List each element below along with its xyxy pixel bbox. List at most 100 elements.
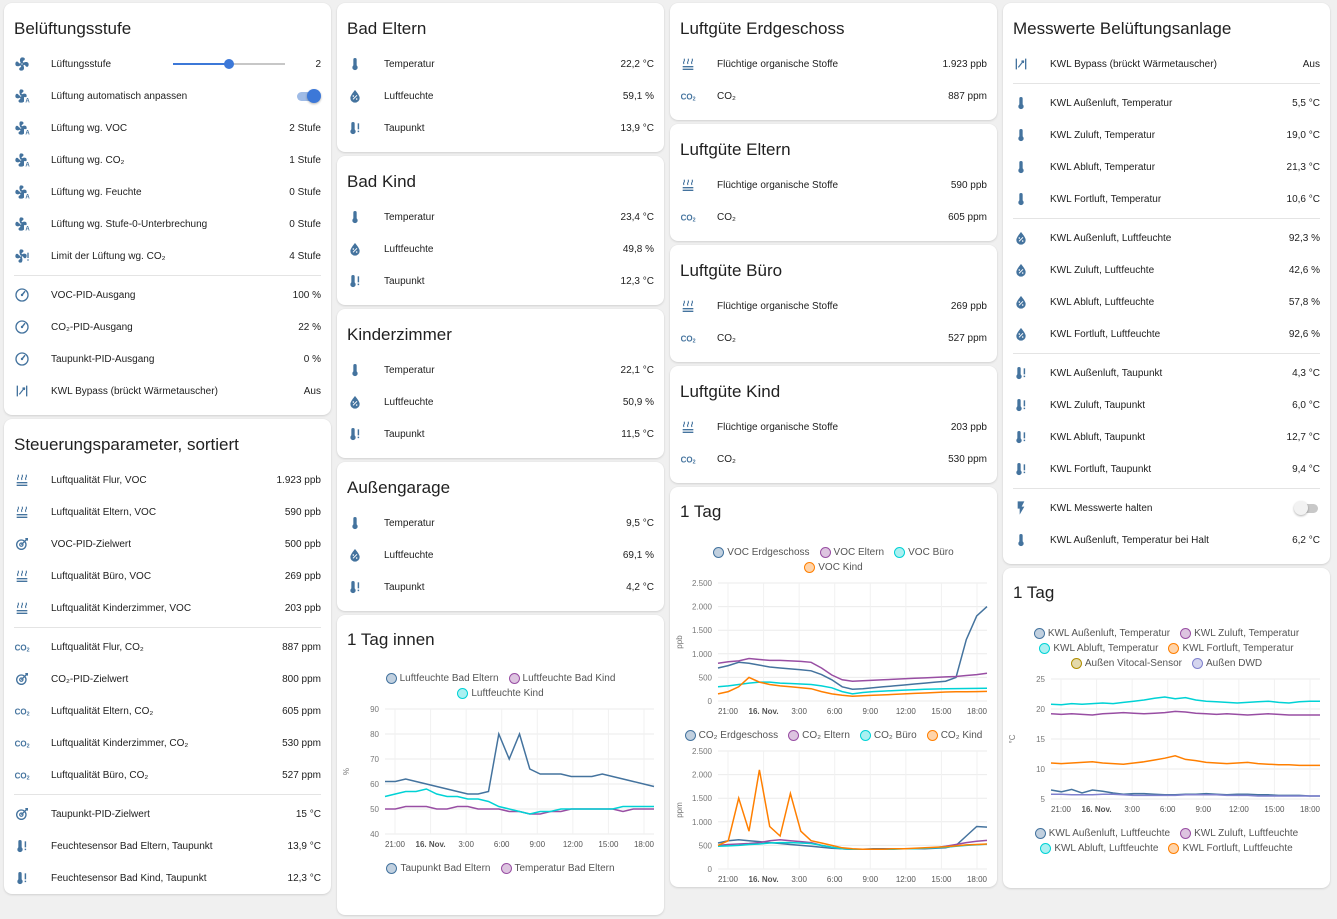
entity-row[interactable]: Temperatur 9,5 °C: [337, 507, 664, 539]
legend-item[interactable]: CO₂ Erdgeschoss: [684, 728, 778, 743]
entity-row[interactable]: Limit der Lüftung wg. CO₂ 4 Stufe: [4, 240, 331, 272]
entity-row[interactable]: Luftqualität Flur, VOC 1.923 ppb: [4, 464, 331, 496]
entity-row[interactable]: KWL Zuluft, Temperatur 19,0 °C: [1003, 119, 1330, 151]
entity-row[interactable]: Taupunkt-PID-Ausgang 0 %: [4, 343, 331, 375]
legend-item[interactable]: KWL Fortluft, Luftfeuchte: [1168, 841, 1293, 856]
row-value: 92,6 %: [1288, 328, 1320, 340]
entity-row[interactable]: KWL Außenluft, Luftfeuchte 92,3 %: [1003, 222, 1330, 254]
entity-row[interactable]: CO 2 CO₂ 605 ppm: [670, 201, 997, 233]
column-2: Bad Eltern Temperatur 22,2 °C Luftfeucht…: [337, 0, 664, 919]
row-value: 15 °C: [295, 808, 321, 820]
entity-row[interactable]: Taupunkt 4,2 °C: [337, 571, 664, 603]
entity-row[interactable]: KWL Außenluft, Temperatur 5,5 °C: [1003, 87, 1330, 119]
card-chart-kwl: 1 Tag KWL Außenluft, Temperatur KWL Zuluf…: [1003, 568, 1330, 888]
entity-row[interactable]: KWL Fortluft, Taupunkt 9,4 °C: [1003, 453, 1330, 485]
air-quality-icon: [680, 297, 706, 315]
entity-row[interactable]: CO 2 Luftqualität Büro, CO₂ 527 ppm: [4, 759, 331, 791]
entity-row[interactable]: Taupunkt 13,9 °C: [337, 112, 664, 144]
entity-row[interactable]: CO 2 CO₂ 527 ppm: [670, 322, 997, 354]
legend-item[interactable]: KWL Zuluft, Luftfeuchte: [1180, 826, 1298, 841]
entity-row[interactable]: CO₂-PID-Ausgang 22 %: [4, 311, 331, 343]
row-label: Luftfeuchte: [384, 549, 434, 561]
entity-row[interactable]: Feuchtesensor Bad Eltern, Taupunkt 13,9 …: [4, 830, 331, 862]
entity-row[interactable]: CO 2 CO₂ 887 ppm: [670, 80, 997, 112]
entity-row[interactable]: KWL Zuluft, Luftfeuchte 42,6 %: [1003, 254, 1330, 286]
entity-row[interactable]: VOC-PID-Zielwert 500 ppb: [4, 528, 331, 560]
legend-item[interactable]: Luftfeuchte Kind: [457, 686, 544, 701]
entity-row[interactable]: A Lüftung wg. Stufe-0-Unterbrechung 0 St…: [4, 208, 331, 240]
entity-row[interactable]: Luftqualität Eltern, VOC 590 ppb: [4, 496, 331, 528]
row-label: Luftqualität Eltern, VOC: [51, 506, 157, 518]
legend-item[interactable]: VOC Büro: [894, 545, 954, 560]
entity-row[interactable]: A Lüftung automatisch anpassen: [4, 80, 331, 112]
entity-row[interactable]: KWL Abluft, Taupunkt 12,7 °C: [1003, 421, 1330, 453]
entity-row[interactable]: Temperatur 22,1 °C: [337, 354, 664, 386]
legend-item[interactable]: VOC Erdgeschoss: [713, 545, 810, 560]
entity-row[interactable]: A Lüftung wg. VOC 2 Stufe: [4, 112, 331, 144]
entity-row[interactable]: KWL Abluft, Temperatur 21,3 °C: [1003, 151, 1330, 183]
entity-row[interactable]: CO 2 Luftqualität Eltern, CO₂ 605 ppm: [4, 695, 331, 727]
thermometer-icon: [1013, 190, 1039, 208]
entity-row[interactable]: A Lüftung wg. Feuchte 0 Stufe: [4, 176, 331, 208]
entity-row[interactable]: Temperatur 23,4 °C: [337, 201, 664, 233]
entity-row[interactable]: KWL Außenluft, Taupunkt 4,3 °C: [1003, 357, 1330, 389]
entity-row[interactable]: Luftqualität Kinderzimmer, VOC 203 ppb: [4, 592, 331, 624]
entity-row[interactable]: KWL Außenluft, Temperatur bei Halt 6,2 °…: [1003, 524, 1330, 556]
co2-icon: CO 2: [680, 329, 706, 347]
entity-row[interactable]: CO 2 CO₂ 530 ppm: [670, 443, 997, 475]
entity-row[interactable]: CO 2 Luftqualität Flur, CO₂ 887 ppm: [4, 631, 331, 663]
entity-row[interactable]: KWL Messwerte halten: [1003, 492, 1330, 524]
legend-item[interactable]: CO₂ Kind: [926, 728, 982, 743]
legend-item[interactable]: CO₂ Büro: [859, 728, 917, 743]
air-quality-card: Luftgüte Eltern Flüchtige organische Sto…: [670, 124, 997, 241]
legend-item[interactable]: KWL Abluft, Luftfeuchte: [1040, 841, 1158, 856]
entity-row[interactable]: KWL Fortluft, Temperatur 10,6 °C: [1003, 183, 1330, 215]
entity-row[interactable]: Luftfeuchte 49,8 %: [337, 233, 664, 265]
entity-row[interactable]: Luftqualität Büro, VOC 269 ppb: [4, 560, 331, 592]
legend-item[interactable]: VOC Eltern: [819, 545, 884, 560]
entity-row[interactable]: KWL Fortluft, Luftfeuchte 92,6 %: [1003, 318, 1330, 350]
toggle-switch[interactable]: [295, 89, 321, 103]
legend-item[interactable]: Außen DWD: [1191, 656, 1262, 671]
entity-row[interactable]: Luftfeuchte 69,1 %: [337, 539, 664, 571]
card-title: Luftgüte Erdgeschoss: [680, 19, 845, 38]
legend-item[interactable]: Luftfeuchte Bad Eltern: [385, 671, 499, 686]
entity-row[interactable]: CO 2 Luftqualität Kinderzimmer, CO₂ 530 p…: [4, 727, 331, 759]
series-line: [385, 805, 654, 815]
entity-row[interactable]: KWL Bypass (brückt Wärmetauscher) Aus: [1003, 48, 1330, 80]
row-label: Luftqualität Flur, VOC: [51, 474, 147, 486]
entity-row[interactable]: Taupunkt 11,5 °C: [337, 418, 664, 450]
entity-row[interactable]: KWL Zuluft, Taupunkt 6,0 °C: [1003, 389, 1330, 421]
legend-item[interactable]: KWL Fortluft, Temperatur: [1168, 641, 1294, 656]
entity-row[interactable]: Flüchtige organische Stoffe 1.923 ppb: [670, 48, 997, 80]
entity-row[interactable]: Flüchtige organische Stoffe 203 ppb: [670, 411, 997, 443]
legend-item[interactable]: KWL Zuluft, Temperatur: [1180, 626, 1299, 641]
ventilation-level-slider[interactable]: [173, 58, 286, 70]
entity-row[interactable]: Taupunkt-PID-Zielwert 15 °C: [4, 798, 331, 830]
series-line: [384, 788, 654, 815]
entity-row[interactable]: Taupunkt 12,3 °C: [337, 265, 664, 297]
legend-item[interactable]: KWL Außenluft, Temperatur: [1033, 626, 1170, 641]
row-value: 590 ppb: [950, 179, 987, 191]
entity-row[interactable]: Feuchtesensor Bad Kind, Taupunkt 12,3 °C: [4, 862, 331, 894]
x-tick-label: 12:00: [1229, 805, 1250, 814]
legend-item[interactable]: Luftfeuchte Bad Kind: [508, 671, 615, 686]
legend-item[interactable]: Außen Vitocal-Sensor: [1070, 656, 1182, 671]
entity-row[interactable]: Temperatur 22,2 °C: [337, 48, 664, 80]
legend-item[interactable]: KWL Außenluft, Luftfeuchte: [1034, 826, 1170, 841]
legend-item[interactable]: VOC Kind: [804, 560, 863, 575]
entity-row[interactable]: KWL Bypass (brückt Wärmetauscher) Aus: [4, 375, 331, 407]
entity-row[interactable]: CO₂-PID-Zielwert 800 ppm: [4, 663, 331, 695]
row-label: Taupunkt-PID-Ausgang: [51, 353, 155, 365]
entity-row[interactable]: Flüchtige organische Stoffe 590 ppb: [670, 169, 997, 201]
entity-row[interactable]: Luftfeuchte 59,1 %: [337, 80, 664, 112]
entity-row[interactable]: A Lüftung wg. CO₂ 1 Stufe: [4, 144, 331, 176]
toggle-switch[interactable]: [1294, 501, 1320, 515]
legend-item[interactable]: CO₂ Eltern: [788, 728, 850, 743]
entity-row[interactable]: Luftfeuchte 50,9 %: [337, 386, 664, 418]
entity-row[interactable]: VOC-PID-Ausgang 100 %: [4, 279, 331, 311]
x-tick-label: 21:00: [718, 875, 739, 884]
entity-row[interactable]: Flüchtige organische Stoffe 269 ppb: [670, 290, 997, 322]
legend-item[interactable]: KWL Abluft, Temperatur: [1039, 641, 1158, 656]
entity-row[interactable]: KWL Abluft, Luftfeuchte 57,8 %: [1003, 286, 1330, 318]
